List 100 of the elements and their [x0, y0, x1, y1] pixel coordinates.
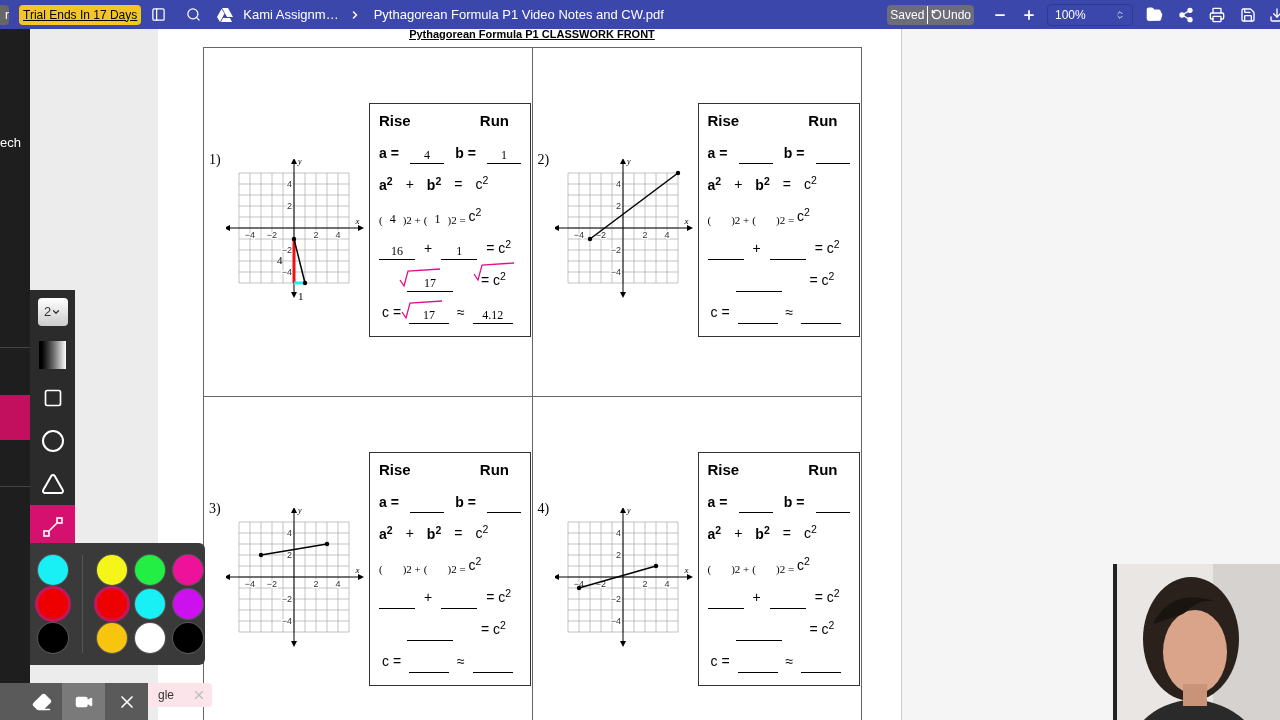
axis-label: y: [298, 159, 302, 166]
equation-text: c$^{2}$: [468, 557, 482, 573]
color-swatch[interactable]: [38, 589, 68, 619]
folder-icon[interactable]: [1146, 6, 1163, 23]
undo-button[interactable]: Undo: [928, 5, 971, 24]
color-swatch[interactable]: [38, 623, 68, 653]
tick-label: 2: [615, 201, 621, 211]
tick-label: −2: [281, 594, 292, 604]
axis-label: y: [626, 159, 631, 166]
search-icon[interactable]: [186, 7, 202, 22]
tick-label: −2: [610, 594, 621, 604]
fill-in-line: 17: [407, 274, 453, 292]
save-icon[interactable]: [1240, 6, 1256, 23]
tick-label: 4: [335, 579, 341, 589]
tick-label: −2: [266, 230, 278, 240]
equation-text: (: [752, 561, 756, 577]
line-icon: [41, 515, 64, 538]
tick-label: 4: [664, 579, 669, 589]
equation-text: =: [782, 176, 791, 192]
worksheet-title: Pythagorean Formula P1 CLASSWORK FRONT: [409, 29, 655, 42]
equation-text: )2 +: [402, 212, 421, 228]
color-swatch[interactable]: [97, 589, 127, 619]
tick-label: −4: [573, 230, 584, 240]
fill-in-line: 16: [379, 242, 415, 260]
color-swatch[interactable]: [173, 555, 203, 585]
tick-label: 4: [335, 230, 341, 240]
color-swatch[interactable]: [135, 555, 165, 585]
equation-text: b =: [455, 493, 476, 512]
equation-text: b =: [783, 144, 805, 163]
equation-text: +: [405, 176, 414, 192]
zoom-select[interactable]: 100%: [1047, 3, 1133, 26]
trial-badge[interactable]: Trial Ends In 17 Days: [19, 4, 142, 25]
equation-text: b$^{2}$: [755, 175, 770, 195]
equation-text: = c$^{2}$: [814, 240, 840, 256]
equation-text: +: [752, 589, 761, 605]
equation-text: =: [782, 525, 791, 541]
tick-label: 2: [287, 201, 292, 211]
eraser-icon: [32, 691, 52, 712]
stroke-size-button[interactable]: 2: [37, 297, 68, 326]
zoom-in-icon[interactable]: [1022, 7, 1036, 22]
tick-label: −4: [281, 267, 292, 277]
color-swatch[interactable]: [173, 623, 203, 653]
equation-text: (: [379, 212, 383, 228]
color-swatch[interactable]: [173, 589, 203, 619]
file-title: Pythagorean Formula P1 Video Notes and CW.pdf: [373, 5, 664, 24]
print-icon[interactable]: [1209, 6, 1225, 23]
opacity-swatch[interactable]: [39, 340, 66, 369]
equation-text: ≈: [785, 653, 794, 669]
color-swatch[interactable]: [38, 555, 68, 585]
equation-text: c =: [382, 304, 402, 320]
color-swatch[interactable]: [135, 589, 165, 619]
problem-number: 1): [209, 151, 222, 169]
triangle-icon: [40, 471, 65, 496]
equation-text: (: [423, 212, 428, 228]
download-icon[interactable]: [1269, 6, 1280, 23]
tick-label: −2: [595, 230, 606, 240]
handwritten-label: 4: [277, 254, 283, 267]
column-heading: Run: [808, 110, 838, 131]
color-swatch[interactable]: [97, 555, 127, 585]
column-heading: Run: [479, 110, 509, 131]
equation-text: c$^{2}$: [803, 176, 817, 192]
equation-text: a$^{2}$: [707, 175, 722, 195]
share-icon[interactable]: [1178, 6, 1194, 23]
line-segment: [258, 541, 330, 558]
equation-text: +: [424, 589, 433, 605]
tick-label: −4: [244, 230, 256, 240]
equation-text: +: [734, 176, 743, 192]
column-heading: Rise: [379, 110, 411, 131]
equation-text: +: [734, 525, 743, 541]
tick-label: 4: [664, 230, 669, 240]
color-swatch[interactable]: [97, 623, 127, 653]
breadcrumb-link[interactable]: Kami Assignm…: [243, 4, 339, 25]
circle-icon: [40, 428, 65, 453]
tick-label: 4: [615, 528, 621, 538]
axis-label: y: [626, 508, 631, 515]
axis-label: y: [298, 508, 302, 515]
fill-in-line: 4.12: [472, 306, 513, 324]
axis-label: x: [684, 216, 689, 226]
equation-text: )2 +: [731, 212, 750, 228]
equation-text: =: [454, 525, 463, 541]
tick-label: 4: [287, 528, 292, 538]
equation-text: = c$^{2}$: [486, 240, 512, 256]
equation-text: (: [423, 561, 428, 577]
color-swatch[interactable]: [135, 623, 165, 653]
equation-text: b$^{2}$: [426, 524, 442, 544]
drive-icon[interactable]: [217, 7, 234, 22]
equation-text: (: [752, 212, 756, 228]
camera-button[interactable]: [62, 683, 105, 720]
axis-label: x: [684, 565, 689, 575]
tab-label: gle: [158, 687, 174, 704]
column-heading: Run: [808, 459, 838, 480]
tick-label: 2: [313, 579, 319, 589]
column-heading: Rise: [707, 110, 740, 131]
equation-text: c$^{2}$: [475, 176, 489, 192]
sidebar-icon[interactable]: [151, 7, 167, 22]
equation-text: )2 =: [775, 561, 795, 577]
answer-value: 4: [388, 211, 397, 228]
menu-chip[interactable]: r: [0, 4, 9, 25]
tick-label: 2: [642, 230, 647, 240]
selected-panel-row: [0, 395, 30, 440]
